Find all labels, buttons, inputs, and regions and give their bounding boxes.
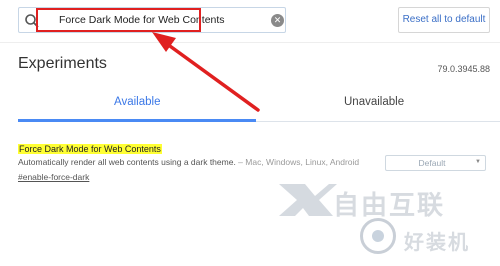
watermark-logo-icon bbox=[360, 218, 396, 254]
watermark-text: 自由互联 bbox=[333, 190, 446, 220]
watermark-logo-inner bbox=[372, 230, 384, 242]
watermark-subtext: 好装机 bbox=[404, 232, 470, 254]
